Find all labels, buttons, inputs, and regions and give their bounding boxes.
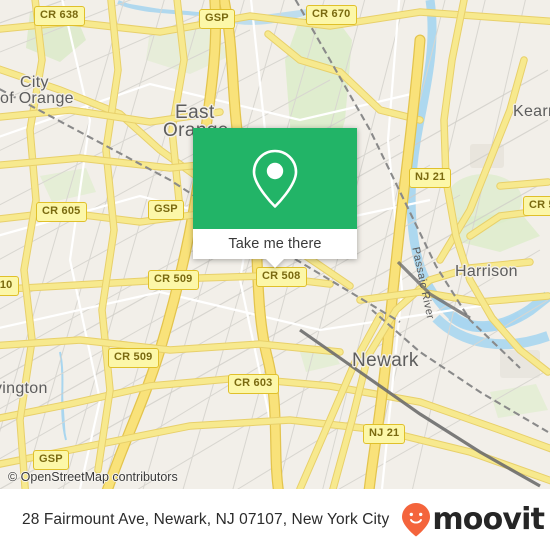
highway-shield: -10 [0, 276, 19, 296]
highway-shield: CR 509 [148, 270, 199, 290]
popup-header [193, 128, 357, 229]
highway-shield: CR 638 [34, 6, 85, 26]
footer-bar: 28 Fairmount Ave, Newark, NJ 07107, New … [0, 489, 550, 550]
map-popup-card[interactable]: Take me there [193, 128, 357, 268]
highway-shield: CR 5 [523, 196, 550, 216]
take-me-there-button[interactable]: Take me there [228, 236, 321, 252]
map-attribution: © OpenStreetMap contributors [8, 470, 178, 484]
map-canvas[interactable]: .minor { stroke:#d8d6d0; stroke-width:1;… [0, 0, 550, 489]
address-label: 28 Fairmount Ave, Newark, NJ 07107, New … [22, 510, 390, 528]
highway-shield: CR 605 [36, 202, 87, 222]
highway-shield: GSP [33, 450, 69, 470]
highway-shield: CR 670 [306, 5, 357, 25]
highway-shield: GSP [199, 9, 235, 29]
highway-shield: CR 508 [256, 267, 307, 287]
moovit-wordmark: moovit [432, 502, 545, 537]
highway-shield: NJ 21 [363, 424, 406, 444]
highway-shield: NJ 21 [409, 168, 452, 188]
moovit-smiley-pin-icon [402, 502, 431, 536]
highway-shield: CR 509 [108, 348, 159, 368]
highway-shield: GSP [148, 200, 184, 220]
popup-pointer-tail [266, 259, 284, 268]
popup-footer[interactable]: Take me there [193, 229, 357, 268]
moovit-logo[interactable]: moovit [401, 502, 545, 538]
highway-shield: CR 603 [228, 374, 279, 394]
map-pin-icon [252, 149, 298, 208]
